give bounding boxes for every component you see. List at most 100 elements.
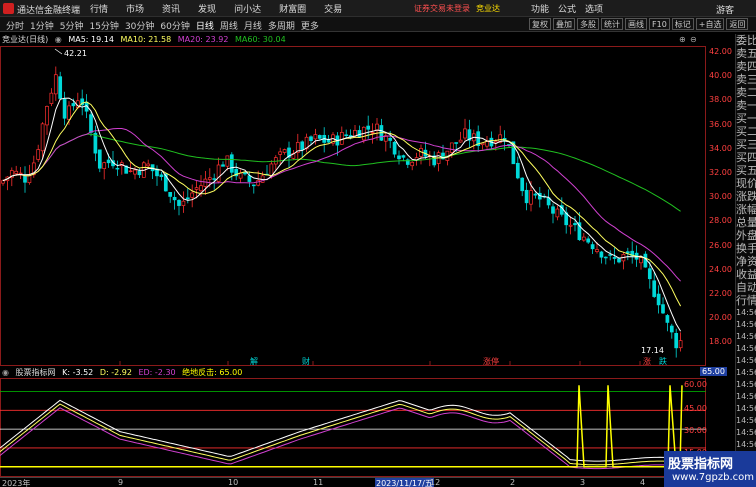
menu-caifuquan[interactable]: 财富圈 xyxy=(279,2,306,15)
candle-body xyxy=(172,196,177,201)
period-more[interactable]: 更多 xyxy=(301,19,319,32)
candle-body xyxy=(661,304,665,314)
candle-body xyxy=(243,172,247,175)
menu-shichang[interactable]: 市场 xyxy=(126,2,144,15)
period-monthly[interactable]: 月线 xyxy=(244,19,262,32)
menu-wenxiaoda[interactable]: 问小达 xyxy=(234,2,261,15)
side-panel-item[interactable]: 14:56 xyxy=(736,415,756,427)
tool-diejia-button[interactable]: 叠加 xyxy=(553,18,575,30)
candle-body xyxy=(106,159,111,164)
period-weekly[interactable]: 周线 xyxy=(220,19,238,32)
side-panel-item[interactable]: 14:56 xyxy=(736,343,756,355)
chart-tools: 复权 叠加 多股 统计 画线 F10 标记 +自选 返回 xyxy=(529,18,750,30)
side-panel-item[interactable]: 涨跌 xyxy=(736,190,756,203)
side-panel-item[interactable]: 净资 xyxy=(736,255,756,268)
candle-body xyxy=(590,244,595,250)
side-panel-item[interactable]: 14:56 xyxy=(736,319,756,331)
period-30min[interactable]: 30分钟 xyxy=(125,19,154,32)
login-notice[interactable]: 证券交易未登录 竞业达 xyxy=(414,3,500,14)
menu-zixun[interactable]: 资讯 xyxy=(162,2,180,15)
menu-hangqing[interactable]: 行情 xyxy=(90,2,108,15)
side-panel-item[interactable]: 卖二 xyxy=(736,86,756,99)
side-panel-item[interactable]: 14:56 xyxy=(736,379,756,391)
candle-body xyxy=(617,258,621,263)
period-daily[interactable]: 日线 xyxy=(196,19,214,32)
candle-body xyxy=(524,189,529,204)
expand-icon[interactable]: ⊕ xyxy=(679,35,686,44)
candle-body xyxy=(366,125,371,130)
side-panel-item[interactable]: 14:56 xyxy=(736,391,756,403)
side-panel-item[interactable]: 卖四 xyxy=(736,60,756,73)
period-5min[interactable]: 5分钟 xyxy=(60,19,84,32)
side-panel-item[interactable]: 买三 xyxy=(736,138,756,151)
side-panel-item[interactable]: 买五 xyxy=(736,164,756,177)
menu-gongshi[interactable]: 公式 xyxy=(558,2,576,15)
event-die-label[interactable]: 跌 xyxy=(659,356,667,366)
period-1min[interactable]: 1分钟 xyxy=(30,19,54,32)
menu-xuanxiang[interactable]: 选项 xyxy=(585,2,603,15)
candle-body xyxy=(71,103,76,107)
side-panel-item[interactable]: 涨幅 xyxy=(736,203,756,216)
side-panel-item[interactable]: 现价 xyxy=(736,177,756,190)
candle-body xyxy=(89,114,93,133)
period-15min[interactable]: 15分钟 xyxy=(89,19,118,32)
period-fenshi[interactable]: 分时 xyxy=(6,19,24,32)
event-zhangting-label[interactable]: 涨停 xyxy=(483,356,499,366)
side-panel-item[interactable]: 14:56 xyxy=(736,355,756,367)
ma10-value: MA10: 21.58 xyxy=(120,35,172,44)
candle-body xyxy=(102,162,107,170)
side-panel-item[interactable]: 外盘 xyxy=(736,229,756,242)
side-panel-item[interactable]: 总量 xyxy=(736,216,756,229)
tool-tongji-button[interactable]: 统计 xyxy=(601,18,623,30)
settings-icon[interactable]: ◉ xyxy=(55,35,62,44)
side-panel-item[interactable]: 14:56 xyxy=(736,331,756,343)
side-panel-item[interactable]: 14:56 xyxy=(736,427,756,439)
price-tick-label: 22.00 xyxy=(709,289,732,298)
menu-faxian[interactable]: 发现 xyxy=(198,2,216,15)
guest-user[interactable]: 游客 xyxy=(716,3,734,16)
candle-body xyxy=(133,169,137,175)
tool-zixuan-button[interactable]: +自选 xyxy=(695,18,725,30)
side-panel-item[interactable]: 自动 xyxy=(736,281,756,294)
tool-biaoji-button[interactable]: 标记 xyxy=(671,18,694,30)
indicator-chart[interactable] xyxy=(0,367,706,477)
side-panel-item[interactable]: 卖一 xyxy=(736,99,756,112)
tool-f10-button[interactable]: F10 xyxy=(649,18,670,30)
side-panel-item[interactable]: 买四 xyxy=(736,151,756,164)
period-multi[interactable]: 多周期 xyxy=(268,19,295,32)
candle-body xyxy=(181,200,186,206)
event-jie-label[interactable]: 解 xyxy=(250,356,258,366)
event-cai-label[interactable]: 财 xyxy=(302,356,310,366)
candle-body xyxy=(401,155,406,158)
side-panel-item[interactable]: 收益 xyxy=(736,268,756,281)
side-panel-item[interactable]: 卖五 xyxy=(736,47,756,60)
tool-duogu-button[interactable]: 多股 xyxy=(577,18,599,30)
side-panel-item[interactable]: 14:56 xyxy=(736,367,756,379)
side-panel-item[interactable]: 卖三 xyxy=(736,73,756,86)
candle-body xyxy=(1,180,5,184)
candle-body xyxy=(357,130,362,138)
candle-body xyxy=(463,128,467,139)
tool-fuquan-button[interactable]: 复权 xyxy=(529,18,551,30)
candle-body xyxy=(551,206,555,214)
menu-jiaoyi[interactable]: 交易 xyxy=(324,2,342,15)
menu-gongneng[interactable]: 功能 xyxy=(531,2,549,15)
price-tick-label: 20.00 xyxy=(709,313,732,323)
tool-huaxian-button[interactable]: 画线 xyxy=(625,18,647,30)
side-panel-item[interactable]: 委比 xyxy=(736,34,756,47)
tool-fanhui-button[interactable]: 返回 xyxy=(726,18,749,30)
side-panel-item[interactable]: 买二 xyxy=(736,125,756,138)
side-panel-item[interactable]: 14:56 xyxy=(736,307,756,319)
indicator-level-label: 45.00 xyxy=(684,404,707,413)
candle-body xyxy=(647,268,652,280)
collapse-icon[interactable]: ⊖ xyxy=(690,35,697,44)
period-60min[interactable]: 60分钟 xyxy=(160,19,189,32)
side-panel-item[interactable]: 换手 xyxy=(736,242,756,255)
kline-chart[interactable]: 42.21 17.14 解 财 涨停 涨 跌 xyxy=(0,46,706,366)
side-panel-item[interactable]: 买一 xyxy=(736,112,756,125)
event-zhang-label[interactable]: 涨 xyxy=(643,356,651,366)
candle-body xyxy=(339,132,344,145)
side-panel-item[interactable]: 行情 xyxy=(736,294,756,307)
side-panel-item[interactable]: 14:56 xyxy=(736,439,756,451)
side-panel-item[interactable]: 14:56 xyxy=(736,403,756,415)
